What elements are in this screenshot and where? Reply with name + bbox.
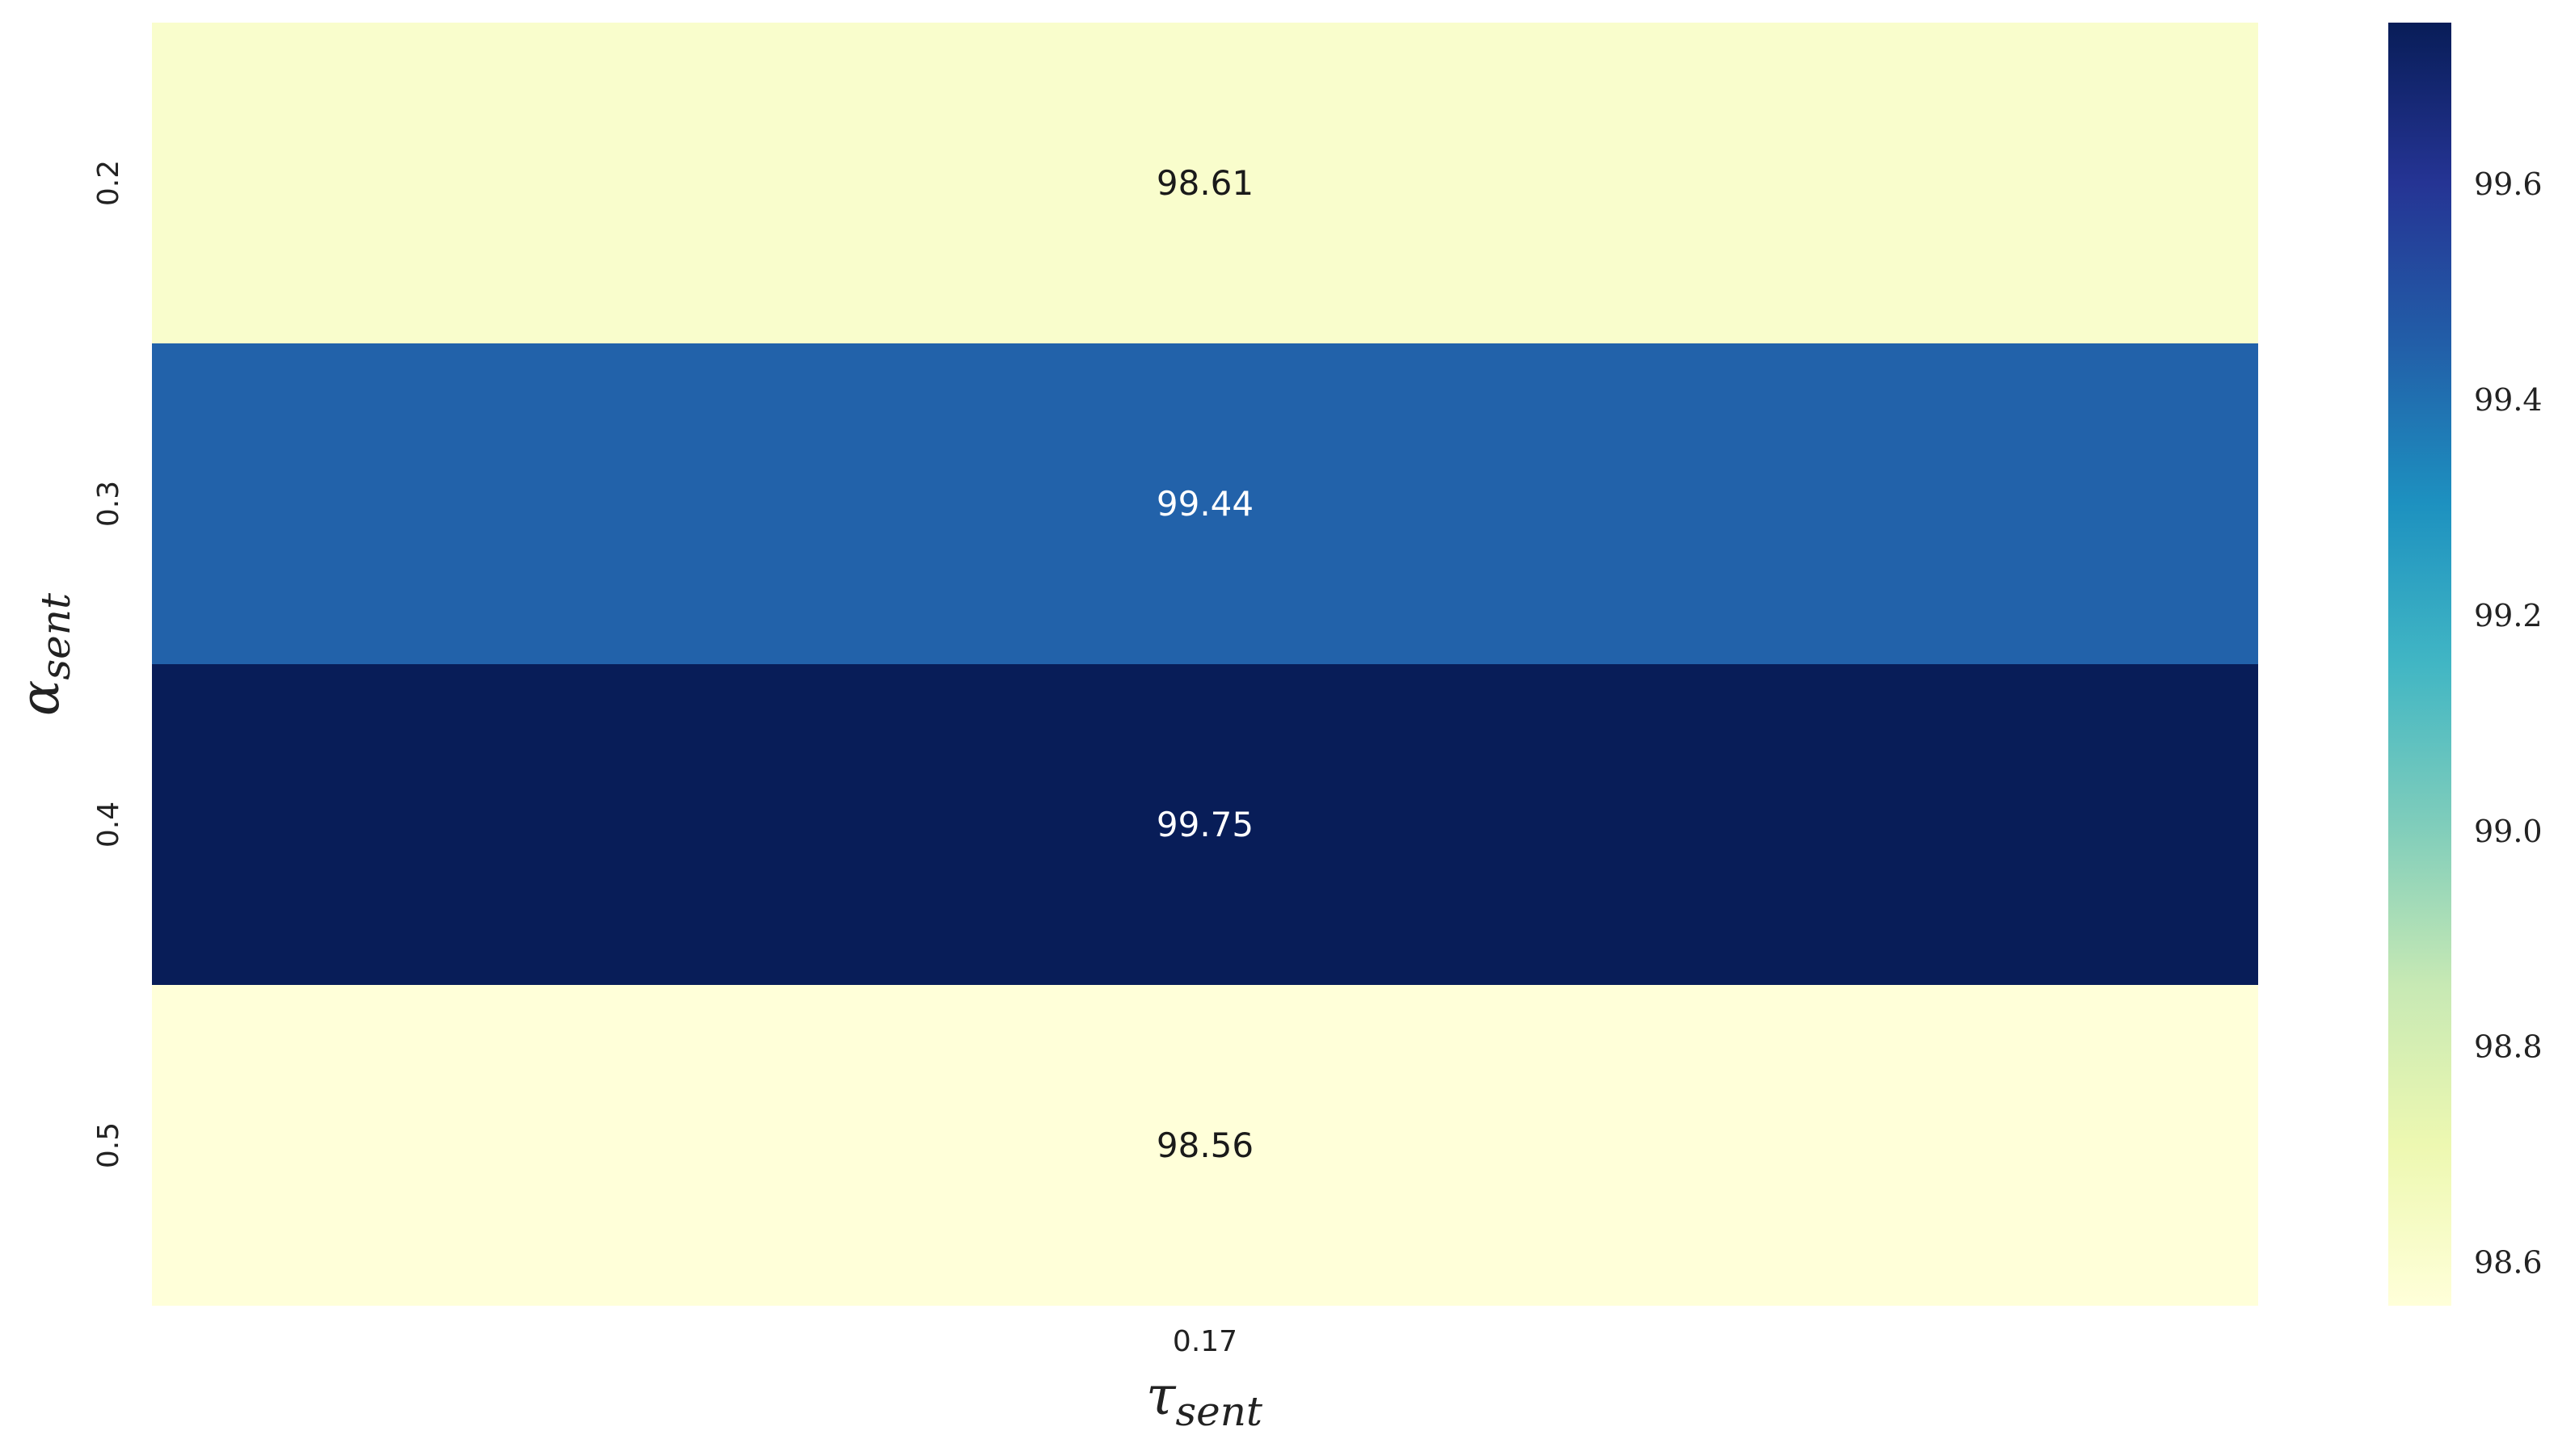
colorbar-tick-label: 99.0 (2474, 814, 2543, 849)
cell-value-label: 99.75 (1157, 805, 1254, 844)
colorbar-tick-label: 98.6 (2474, 1245, 2543, 1281)
heatmap-chart: 98.61 99.44 99.75 98.56 0.2 0.3 0.4 0.5 0.17 τ… (9, 23, 2543, 1435)
colorbar-tick-label: 99.4 (2474, 382, 2543, 418)
y-tick-label: 0.2 (92, 160, 125, 206)
x-axis-label-main: τ (1146, 1365, 1177, 1427)
colorbar-ticks: 98.6 98.8 99.0 99.2 99.4 99.6 (2474, 166, 2543, 1280)
heatmap-cells: 98.61 99.44 99.75 98.56 (152, 23, 2258, 1306)
colorbar-tick-label: 99.6 (2474, 166, 2543, 202)
y-tick-label: 0.3 (92, 481, 125, 527)
cell-value-label: 98.61 (1157, 163, 1254, 203)
cell-value-label: 98.56 (1157, 1126, 1254, 1165)
svg-text:αsent: αsent (9, 592, 79, 716)
y-axis-label-subscript: sent (32, 592, 79, 680)
x-axis-label: τsent (1146, 1365, 1263, 1435)
y-axis-label: αsent (9, 592, 79, 716)
colorbar: 98.6 98.8 99.0 99.2 99.4 99.6 (2388, 23, 2543, 1306)
x-tick-label: 0.17 (1173, 1325, 1237, 1358)
y-tick-label: 0.4 (92, 802, 125, 848)
y-tick-label: 0.5 (92, 1122, 125, 1168)
cell-value-label: 99.44 (1157, 484, 1254, 524)
y-axis-label-main: α (9, 680, 71, 716)
colorbar-tick-label: 99.2 (2474, 598, 2543, 633)
x-tick-labels: 0.17 (1173, 1325, 1237, 1358)
colorbar-tick-label: 98.8 (2474, 1029, 2543, 1065)
svg-text:τsent: τsent (1146, 1365, 1263, 1435)
colorbar-gradient (2388, 23, 2451, 1306)
x-axis-label-subscript: sent (1175, 1388, 1262, 1435)
y-tick-labels: 0.2 0.3 0.4 0.5 (92, 160, 125, 1168)
